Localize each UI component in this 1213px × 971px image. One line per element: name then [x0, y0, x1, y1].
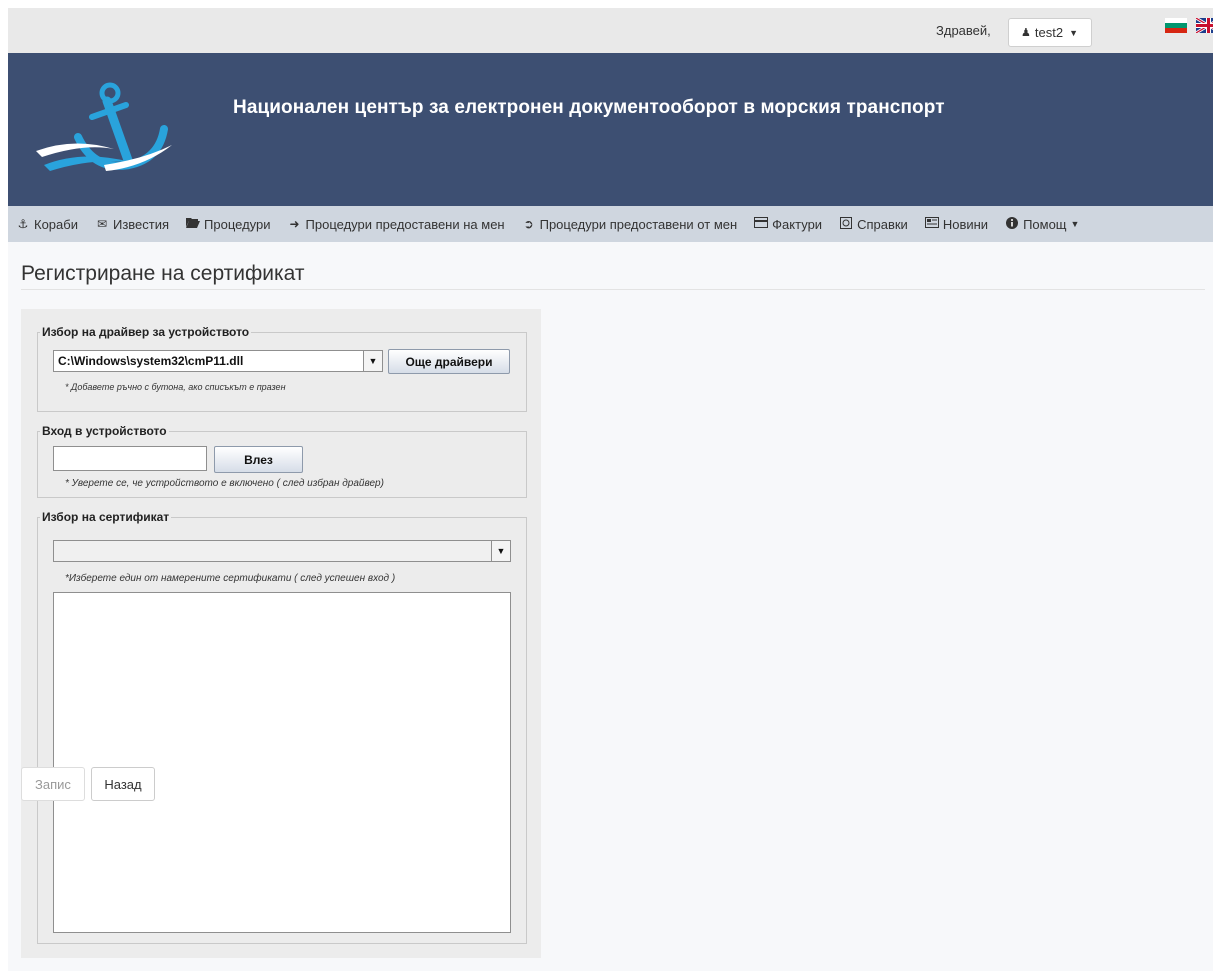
- header-banner: Национален център за електронен документ…: [8, 53, 1213, 206]
- driver-hint: * Добавете ръчно с бутона, ако списъкът …: [65, 382, 286, 392]
- dropdown-arrow-icon[interactable]: ▼: [491, 541, 510, 561]
- nav-item-procedures[interactable]: Процедури: [186, 217, 271, 232]
- caret-down-icon: ▼: [1069, 27, 1078, 38]
- device-pin-input[interactable]: [53, 446, 207, 471]
- nav-item-news[interactable]: Новини: [924, 217, 988, 232]
- user-icon: ♟: [1021, 27, 1031, 39]
- driver-select-value: C:\Windows\system32\cmP11.dll: [58, 354, 244, 368]
- back-button[interactable]: Назад: [91, 767, 155, 801]
- nav-item-procedures-shared-by-me[interactable]: ➲ Процедури предоставени от мен: [522, 217, 738, 232]
- anchor-icon: ⚓: [17, 217, 29, 231]
- user-menu-button[interactable]: ♟ test2 ▼: [1008, 18, 1092, 47]
- nav-item-help[interactable]: Помощ ▼: [1005, 216, 1080, 232]
- login-legend: Вход в устройството: [42, 424, 167, 438]
- info-icon: [1005, 216, 1019, 232]
- certificate-hint: *Изберете един от намерените сертификати…: [65, 573, 396, 584]
- more-drivers-button[interactable]: Още драйвери: [388, 349, 510, 374]
- certificate-legend: Избор на сертификат: [42, 510, 170, 524]
- caret-down-icon: ▼: [1070, 219, 1080, 229]
- report-icon: [839, 216, 853, 232]
- nav-item-procedures-shared-to-me[interactable]: ➜ Процедури предоставени на мен: [288, 217, 505, 232]
- login-button[interactable]: Влез: [214, 446, 303, 473]
- certificate-fieldset: Избор на сертификат ▼ *Изберете един от …: [37, 510, 527, 944]
- newspaper-icon: [924, 217, 939, 231]
- certificate-panel: Избор на драйвер за устройството C:\Wind…: [21, 309, 541, 958]
- anchor-logo-icon[interactable]: [34, 79, 174, 179]
- driver-select[interactable]: C:\Windows\system32\cmP11.dll ▼: [53, 350, 383, 372]
- credit-card-icon: [754, 217, 769, 231]
- driver-legend: Избор на драйвер за устройството: [42, 325, 250, 339]
- nav-item-invoices[interactable]: Фактури: [754, 217, 822, 232]
- top-bar: Здравей, ♟ test2 ▼: [8, 8, 1213, 53]
- bg-flag-icon[interactable]: [1165, 18, 1187, 33]
- driver-fieldset: Избор на драйвер за устройството C:\Wind…: [37, 325, 527, 412]
- nav-item-reports[interactable]: Справки: [839, 216, 908, 232]
- page-title: Регистриране на сертификат: [21, 262, 305, 285]
- site-title: Национален център за електронен документ…: [233, 97, 945, 118]
- title-divider: [21, 289, 1205, 290]
- certificate-list[interactable]: [53, 592, 511, 933]
- main-nav: ⚓ Кораби ✉ Известия Процедури ➜ Процедур…: [8, 206, 1213, 242]
- login-fieldset: Вход в устройството Влез * Уверете се, ч…: [37, 424, 527, 498]
- envelope-icon: ✉: [96, 217, 108, 231]
- save-button[interactable]: Запис: [21, 767, 85, 801]
- nav-item-ships[interactable]: ⚓ Кораби: [16, 217, 78, 232]
- en-flag-icon[interactable]: [1196, 18, 1213, 33]
- sign-out-icon: ➲: [523, 217, 534, 231]
- greeting-text: Здравей,: [936, 23, 991, 38]
- certificate-select[interactable]: ▼: [53, 540, 511, 562]
- sign-in-icon: ➜: [289, 217, 300, 231]
- folder-open-icon: [186, 217, 201, 231]
- nav-item-notifications[interactable]: ✉ Известия: [95, 217, 169, 232]
- login-hint: * Уверете се, че устройството е включено…: [65, 478, 384, 489]
- user-name: test2: [1034, 25, 1064, 40]
- dropdown-arrow-icon[interactable]: ▼: [363, 351, 382, 371]
